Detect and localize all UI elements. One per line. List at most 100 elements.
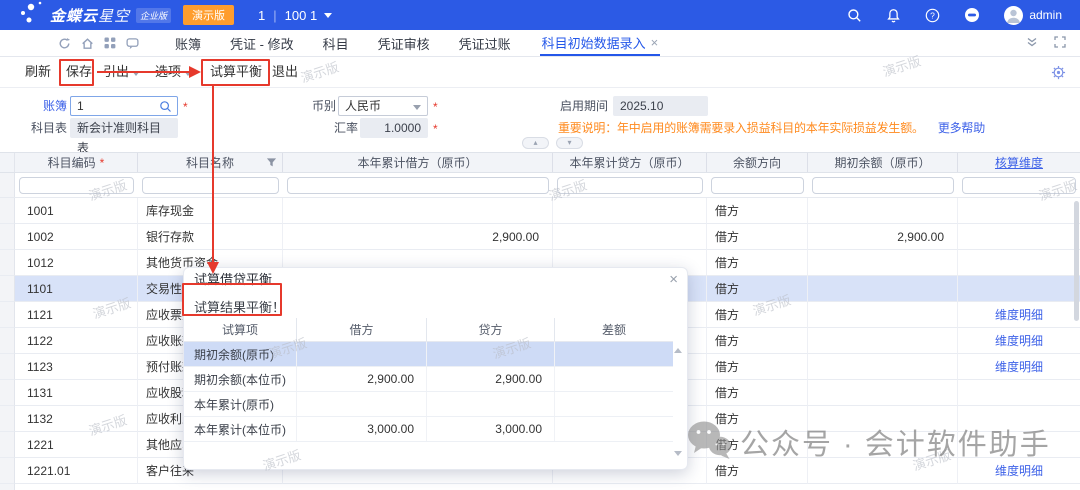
filter-funnel-icon[interactable]: [266, 157, 277, 171]
cell-opening-balance[interactable]: [808, 276, 958, 302]
currency-select[interactable]: 人民币: [338, 96, 428, 116]
status-dnd-icon[interactable]: [964, 7, 980, 23]
help-icon[interactable]: ?: [925, 8, 940, 23]
cell-balance-direction[interactable]: 借方: [707, 458, 808, 484]
cell-balance-direction[interactable]: 借方: [707, 354, 808, 380]
cell-account-code[interactable]: 1001: [15, 198, 138, 224]
cell-opening-balance[interactable]: [808, 406, 958, 432]
filter-input-ytd-credit[interactable]: [557, 177, 703, 194]
cell-opening-balance[interactable]: [808, 380, 958, 406]
cell-balance-direction[interactable]: 借方: [707, 432, 808, 458]
cell-opening-balance[interactable]: [808, 302, 958, 328]
cell-opening-balance[interactable]: [808, 198, 958, 224]
tab-close-icon[interactable]: ×: [651, 35, 659, 50]
cell-opening-balance[interactable]: [808, 354, 958, 380]
row-gutter: [0, 406, 15, 432]
cell-ytd-credit[interactable]: [553, 198, 707, 224]
avatar[interactable]: [1004, 6, 1023, 25]
book-label[interactable]: 账簿: [43, 96, 67, 116]
header-dimension[interactable]: 核算维度: [958, 153, 1080, 172]
cell-opening-balance[interactable]: [808, 328, 958, 354]
collapse-up-button[interactable]: ▴: [522, 137, 549, 149]
cell-opening-balance[interactable]: 2,900.00: [808, 224, 958, 250]
vertical-scrollbar[interactable]: [1074, 201, 1079, 321]
dimension-detail-link[interactable]: 维度明细: [995, 332, 1043, 349]
dimension-detail-link[interactable]: 维度明细: [995, 358, 1043, 375]
cell-account-code[interactable]: 1131: [15, 380, 138, 406]
cell-balance-direction[interactable]: 借方: [707, 380, 808, 406]
gear-icon[interactable]: [1051, 65, 1066, 83]
trial-diff: [554, 367, 673, 391]
collapse-down-button[interactable]: ▾: [556, 137, 583, 149]
scroll-down-icon[interactable]: [674, 451, 682, 456]
cell-balance-direction[interactable]: 借方: [707, 276, 808, 302]
cell-account-code[interactable]: 1221: [15, 432, 138, 458]
book-value: 1: [77, 99, 84, 113]
cell-account-code[interactable]: 1012: [15, 250, 138, 276]
lookup-icon[interactable]: [159, 100, 172, 118]
username-label[interactable]: admin: [1029, 8, 1062, 22]
filter-input-account-code[interactable]: [19, 177, 134, 194]
header-ytd-credit[interactable]: 本年累计贷方（原币）: [553, 153, 707, 172]
cell-account-code[interactable]: 1221.01: [15, 458, 138, 484]
cell-account-name[interactable]: 银行存款: [138, 224, 283, 250]
tab-account-initial-data-entry[interactable]: 科目初始数据录入 ×: [540, 30, 661, 56]
filter-input-dimension[interactable]: [962, 177, 1076, 194]
row-gutter: [0, 276, 15, 302]
tab-item-3[interactable]: 凭证审核: [378, 30, 430, 56]
filter-input-account-name[interactable]: [142, 177, 279, 194]
more-help-link[interactable]: 更多帮助: [938, 118, 985, 138]
apps-grid-icon[interactable]: [104, 37, 116, 49]
cell-opening-balance[interactable]: [808, 250, 958, 276]
cell-account-code[interactable]: 1121: [15, 302, 138, 328]
refresh-button[interactable]: 刷新: [25, 57, 51, 87]
filter-input-balance-direction[interactable]: [711, 177, 804, 194]
chevron-double-down-icon[interactable]: [1026, 36, 1038, 51]
header-balance-direction[interactable]: 余额方向: [707, 153, 808, 172]
filter-input-opening-balance[interactable]: [812, 177, 954, 194]
rate-required-mark: *: [433, 118, 438, 138]
cell-account-code[interactable]: 1123: [15, 354, 138, 380]
cell-account-name[interactable]: 库存现金: [138, 198, 283, 224]
cell-account-code[interactable]: 1002: [15, 224, 138, 250]
cell-ytd-debit[interactable]: 2,900.00: [283, 224, 553, 250]
book-field[interactable]: 1: [70, 96, 178, 116]
dimension-detail-link[interactable]: 维度明细: [995, 462, 1043, 479]
search-icon[interactable]: [847, 8, 862, 23]
sync-icon[interactable]: [58, 37, 71, 50]
tab-item-2[interactable]: 科目: [323, 30, 349, 56]
tab-item-0[interactable]: 账簿: [175, 30, 201, 56]
filter-input-ytd-debit[interactable]: [287, 177, 549, 194]
table-row[interactable]: 1001库存现金 借方: [0, 198, 1080, 224]
cell-opening-balance[interactable]: [808, 458, 958, 484]
cell-account-code[interactable]: 1132: [15, 406, 138, 432]
dimension-detail-link[interactable]: 维度明细: [995, 306, 1043, 323]
header-opening-balance[interactable]: 期初余额（原币）: [808, 153, 958, 172]
cell-balance-direction[interactable]: 借方: [707, 406, 808, 432]
table-row[interactable]: 1002银行存款2,900.00借方2,900.00: [0, 224, 1080, 250]
cell-balance-direction[interactable]: 借方: [707, 328, 808, 354]
header-ytd-debit[interactable]: 本年累计借方（原币）: [283, 153, 553, 172]
message-icon[interactable]: [126, 37, 139, 50]
cell-account-code[interactable]: 1101: [15, 276, 138, 302]
scroll-up-icon[interactable]: [674, 348, 682, 353]
cell-dimension: [958, 380, 1080, 406]
dialog-close-icon[interactable]: ×: [669, 268, 678, 292]
cell-balance-direction[interactable]: 借方: [707, 250, 808, 276]
org-switcher[interactable]: 1 | 100 1: [258, 8, 332, 23]
exit-button[interactable]: 退出: [272, 57, 298, 87]
cell-balance-direction[interactable]: 借方: [707, 198, 808, 224]
tab-item-4[interactable]: 凭证过账: [459, 30, 511, 56]
cell-ytd-debit[interactable]: [283, 198, 553, 224]
header-account-name[interactable]: 科目名称: [138, 153, 283, 172]
cell-ytd-credit[interactable]: [553, 224, 707, 250]
bell-icon[interactable]: [886, 8, 901, 23]
cell-balance-direction[interactable]: 借方: [707, 302, 808, 328]
cell-account-code[interactable]: 1122: [15, 328, 138, 354]
cell-balance-direction[interactable]: 借方: [707, 224, 808, 250]
header-account-code[interactable]: 科目编码*: [15, 153, 138, 172]
tab-item-1[interactable]: 凭证 - 修改: [230, 30, 294, 56]
cell-opening-balance[interactable]: [808, 432, 958, 458]
home-icon[interactable]: [81, 37, 94, 50]
fullscreen-icon[interactable]: [1054, 36, 1066, 51]
